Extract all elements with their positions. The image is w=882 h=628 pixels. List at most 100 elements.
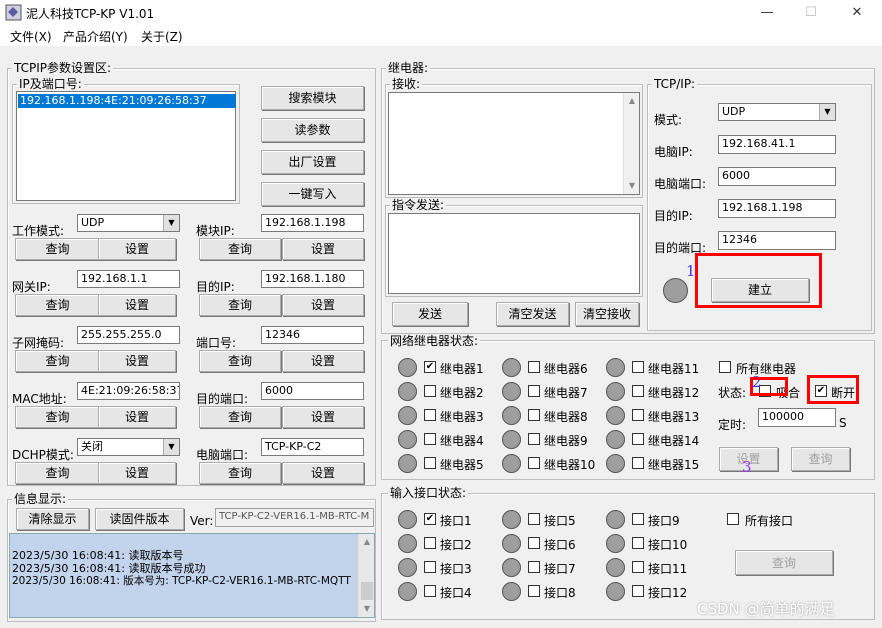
scroll-up-icon[interactable]: ▲	[624, 93, 640, 109]
relay-checkbox[interactable]	[632, 385, 644, 397]
dhcp-set-button[interactable]: 设置	[98, 462, 176, 484]
port-set-button[interactable]: 设置	[282, 350, 364, 372]
clear-send-button[interactable]: 清空发送	[496, 302, 569, 326]
relay-checkbox[interactable]	[528, 409, 540, 421]
pc-port-input[interactable]: TCP-KP-C2	[261, 438, 364, 456]
module-ip-set-button[interactable]: 设置	[282, 238, 364, 260]
subnet-set-button[interactable]: 设置	[98, 350, 176, 372]
tcp-pc-ip-input[interactable]: 192.168.41.1	[718, 135, 836, 154]
relay-checkbox[interactable]	[424, 385, 436, 397]
tcp-pc-port-input[interactable]: 6000	[718, 167, 836, 186]
port-checkbox[interactable]	[632, 585, 644, 597]
write-all-button[interactable]: 一键写入	[261, 182, 364, 206]
module-ip-query-button[interactable]: 查询	[199, 238, 281, 260]
port-checkbox[interactable]	[528, 513, 540, 525]
send-area[interactable]	[388, 213, 640, 294]
scroll-up-icon[interactable]: ▲	[359, 534, 375, 550]
build-button[interactable]: 建立	[711, 278, 809, 302]
relay-checkbox[interactable]	[528, 385, 540, 397]
relay-checkbox[interactable]	[632, 361, 644, 373]
relay-checkbox[interactable]	[632, 433, 644, 445]
port-checkbox[interactable]	[632, 561, 644, 573]
relay-checkbox[interactable]	[424, 433, 436, 445]
close-button[interactable]: ✕	[834, 0, 880, 26]
port-checkbox[interactable]	[424, 561, 436, 573]
work-mode-set-button[interactable]: 设置	[98, 238, 176, 260]
work-mode-select[interactable]: UDP ▼	[77, 214, 180, 232]
pc-port-set-button[interactable]: 设置	[282, 462, 364, 484]
relay-checkbox-1[interactable]: ✔	[424, 361, 436, 373]
clear-receive-button[interactable]: 清空接收	[575, 302, 639, 326]
mac-input[interactable]: 4E:21:09:26:58:37	[77, 382, 180, 400]
log-area[interactable]: 2023/5/30 16:08:41: 读取版本号 2023/5/30 16:0…	[9, 533, 375, 618]
open-checkbox[interactable]: ✔	[815, 385, 827, 397]
tcp-mode-select[interactable]: UDP ▼	[718, 103, 836, 121]
work-mode-query-button[interactable]: 查询	[15, 238, 100, 260]
read-params-button[interactable]: 读参数	[261, 118, 364, 142]
input-query-button[interactable]: 查询	[735, 550, 833, 575]
gateway-ip-input[interactable]: 192.168.1.1	[77, 270, 180, 288]
dest-port-query-button[interactable]: 查询	[199, 406, 281, 428]
relay-checkbox[interactable]	[424, 457, 436, 469]
scroll-down-icon[interactable]: ▼	[359, 601, 375, 617]
dhcp-select[interactable]: 关闭 ▼	[77, 438, 180, 456]
relay-checkbox[interactable]	[528, 433, 540, 445]
subnet-query-button[interactable]: 查询	[15, 350, 100, 372]
gateway-ip-label: 网关IP:	[12, 280, 51, 294]
gateway-query-button[interactable]: 查询	[15, 294, 100, 316]
module-ip-input[interactable]: 192.168.1.198	[261, 214, 364, 232]
minimize-button[interactable]: —	[744, 0, 790, 26]
log-scrollbar[interactable]: ▲ ▼	[358, 534, 374, 617]
scroll-thumb[interactable]	[361, 582, 373, 600]
port-query-button[interactable]: 查询	[199, 350, 281, 372]
mac-set-button[interactable]: 设置	[98, 406, 176, 428]
port-checkbox-1[interactable]: ✔	[424, 513, 436, 525]
dest-ip-query-button[interactable]: 查询	[199, 294, 281, 316]
clear-display-button[interactable]: 清除显示	[16, 508, 89, 530]
all-relays-checkbox[interactable]	[719, 361, 731, 373]
relay-checkbox[interactable]	[528, 361, 540, 373]
mac-query-button[interactable]: 查询	[15, 406, 100, 428]
send-button[interactable]: 发送	[392, 302, 468, 326]
port-checkbox[interactable]	[528, 561, 540, 573]
gateway-set-button[interactable]: 设置	[98, 294, 176, 316]
scroll-down-icon[interactable]: ▼	[624, 178, 640, 194]
maximize-button[interactable]: ☐	[788, 0, 834, 26]
tcp-dest-port-input[interactable]: 12346	[718, 231, 836, 250]
relay-led	[398, 454, 417, 473]
factory-reset-button[interactable]: 出厂设置	[261, 150, 364, 174]
menu-about[interactable]: 关于(Z)	[141, 28, 183, 45]
title-bar[interactable]: 泥人科技TCP-KP V1.01 — ☐ ✕	[0, 0, 882, 26]
ip-port-list[interactable]: 192.168.1.198:4E:21:09:26:58:37	[16, 91, 236, 201]
port-checkbox[interactable]	[632, 513, 644, 525]
port-checkbox[interactable]	[424, 585, 436, 597]
port-checkbox[interactable]	[632, 537, 644, 549]
relay-checkbox[interactable]	[632, 409, 644, 421]
relay-query-button[interactable]: 查询	[791, 447, 850, 471]
receive-scrollbar[interactable]: ▲ ▼	[623, 93, 639, 194]
pc-port-query-button[interactable]: 查询	[199, 462, 281, 484]
dest-ip-set-button[interactable]: 设置	[282, 294, 364, 316]
subnet-input[interactable]: 255.255.255.0	[77, 326, 180, 344]
read-firmware-button[interactable]: 读固件版本	[95, 508, 184, 530]
relay-checkbox[interactable]	[424, 409, 436, 421]
port-checkbox[interactable]	[424, 537, 436, 549]
dest-port-input[interactable]: 6000	[261, 382, 364, 400]
port-checkbox[interactable]	[528, 537, 540, 549]
port-checkbox[interactable]	[528, 585, 540, 597]
ip-port-list-item[interactable]: 192.168.1.198:4E:21:09:26:58:37	[18, 94, 236, 108]
tcp-dest-ip-input[interactable]: 192.168.1.198	[718, 199, 836, 218]
relay-checkbox[interactable]	[528, 457, 540, 469]
dest-ip-input[interactable]: 192.168.1.180	[261, 270, 364, 288]
menu-file[interactable]: 文件(X)	[10, 28, 52, 45]
all-ports-checkbox[interactable]	[727, 513, 739, 525]
menu-product[interactable]: 产品介绍(Y)	[63, 28, 128, 45]
relay-checkbox[interactable]	[632, 457, 644, 469]
dest-port-set-button[interactable]: 设置	[282, 406, 364, 428]
dhcp-query-button[interactable]: 查询	[15, 462, 100, 484]
receive-area[interactable]: ▲ ▼	[388, 92, 640, 195]
relay-label: 继电器10	[544, 458, 596, 472]
timer-input[interactable]: 100000	[758, 408, 836, 427]
search-module-button[interactable]: 搜索模块	[261, 86, 364, 110]
port-input[interactable]: 12346	[261, 326, 364, 344]
